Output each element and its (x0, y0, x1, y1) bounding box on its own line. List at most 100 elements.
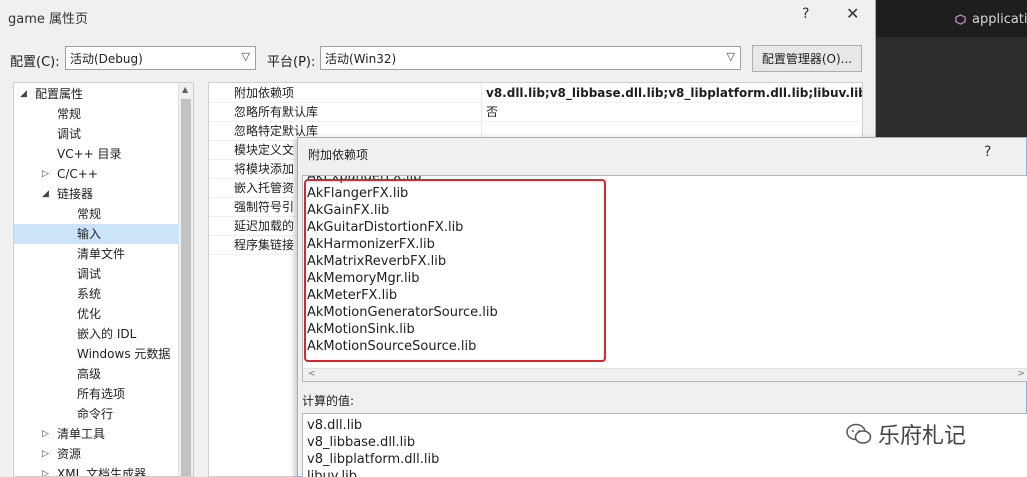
expand-arrow-icon[interactable]: ▷ (42, 444, 49, 464)
calculated-line: v8_libbase.dll.lib (307, 435, 416, 450)
wechat-icon (846, 423, 872, 444)
editor-tab-label: applicati (972, 12, 1027, 27)
dependency-line: AkHarmonizerFX.lib (307, 237, 435, 252)
dialog-title: 附加依赖项 (308, 148, 369, 162)
scroll-thumb[interactable] (181, 99, 191, 476)
tree-item[interactable]: 调试 (14, 124, 179, 144)
property-name: 程序集链接 (234, 238, 295, 252)
tree-item-label: 资源 (57, 447, 82, 461)
property-name: 模块定义文 (234, 143, 295, 157)
tree-scrollbar[interactable]: ▲ (178, 83, 193, 476)
dependency-line: AkMatrixReverbFX.lib (307, 254, 447, 269)
calculated-line: v8_libplatform.dll.lib (307, 452, 440, 467)
expand-arrow-icon[interactable]: ▷ (42, 164, 49, 184)
config-select-value: 活动(Debug) (70, 52, 143, 66)
property-name: 附加依赖项 (234, 86, 295, 100)
cube-icon (955, 14, 966, 25)
property-value[interactable]: 否 (486, 103, 498, 121)
dependency-line: AkMotionSourceSource.lib (307, 339, 477, 354)
tree-item-label: 命令行 (77, 407, 114, 421)
scroll-left-icon[interactable]: < (308, 369, 316, 379)
tree-item-label: 嵌入的 IDL (77, 327, 137, 341)
tree-item-label: C/C++ (57, 167, 98, 181)
tree-item[interactable]: VC++ 目录 (14, 144, 179, 164)
tree-item-label: 输入 (77, 227, 102, 241)
calculated-value-label: 计算的值: (302, 394, 355, 408)
tree-item[interactable]: 系统 (14, 284, 179, 304)
platform-select-value: 活动(Win32) (325, 52, 397, 66)
tree-item[interactable]: ▷ 清单工具 (14, 424, 179, 444)
tree-item[interactable]: 高级 (14, 364, 179, 384)
tree-item[interactable]: ▷ XML 文档生成器 (14, 464, 179, 477)
dependency-line: AkExpanderFX.lib (307, 175, 422, 184)
tree-item-label: 优化 (77, 307, 102, 321)
tree-item[interactable]: 常规 (14, 104, 179, 124)
tree-item-label: 常规 (77, 207, 102, 221)
config-select[interactable]: 活动(Debug) ▽ (65, 46, 256, 70)
property-row[interactable]: 附加依赖项 v8.dll.lib;v8_libbase.dll.lib;v8_li… (209, 84, 862, 103)
tree-item[interactable]: Windows 元数据 (14, 344, 179, 364)
tree-item[interactable]: ▷ C/C++ (14, 164, 179, 184)
property-value[interactable]: v8.dll.lib;v8_libbase.dll.lib;v8_libplat… (486, 84, 862, 102)
tree-item[interactable]: 所有选项 (14, 384, 179, 404)
dependency-line: AkFlangerFX.lib (307, 186, 409, 201)
dependency-line: AkMemoryMgr.lib (307, 271, 420, 286)
tree-item-label: 系统 (77, 287, 102, 301)
watermark: 乐府札记 (846, 418, 966, 450)
property-name: 忽略所有默认库 (234, 105, 319, 119)
tree-item-label: 清单文件 (77, 247, 126, 261)
collapse-arrow-icon[interactable]: ◢ (20, 84, 27, 104)
config-manager-button[interactable]: 配置管理器(O)... (752, 45, 862, 72)
tree-item[interactable]: 清单文件 (14, 244, 179, 264)
category-tree[interactable]: ▲ ◢ 配置属性 常规 调试 VC++ 目录 ▷ C/C++ ◢ 链接器 常规 输入 清单文件 调试 系统… (13, 82, 194, 477)
help-button[interactable]: ? (802, 6, 809, 22)
tree-item[interactable]: ◢ 链接器 (14, 184, 179, 204)
tree-item[interactable]: 命令行 (14, 404, 179, 424)
tree-item[interactable]: 嵌入的 IDL (14, 324, 179, 344)
scroll-right-icon[interactable]: > (1017, 369, 1025, 379)
tree-item-label: 高级 (77, 367, 102, 381)
dialog-help-button[interactable]: ? (984, 144, 991, 160)
platform-select[interactable]: 活动(Win32) ▽ (320, 46, 741, 70)
tree-item[interactable]: 常规 (14, 204, 179, 224)
dependency-line: AkMotionSink.lib (307, 322, 415, 337)
tree-item-label: VC++ 目录 (57, 147, 122, 161)
tree-item-label: XML 文档生成器 (57, 467, 147, 477)
scroll-up-icon[interactable]: ▲ (182, 85, 188, 94)
tree-item[interactable]: 调试 (14, 264, 179, 284)
platform-label: 平台(P): (267, 55, 316, 70)
calculated-line: v8.dll.lib (307, 418, 363, 433)
tree-item-label: 链接器 (57, 187, 94, 201)
property-name: 强制符号引 (234, 200, 295, 214)
tree-item-label: 常规 (57, 107, 82, 121)
expand-arrow-icon[interactable]: ▷ (42, 424, 49, 444)
tree-item-label: 所有选项 (77, 387, 126, 401)
calculated-line: libuv.lib (307, 469, 358, 477)
tree-item-label: 调试 (77, 267, 102, 281)
tree-item[interactable]: 输入 (14, 224, 179, 244)
window-title: game 属性页 (8, 12, 89, 27)
tree-item[interactable]: ◢ 配置属性 (14, 84, 179, 104)
tree-item-label: Windows 元数据 (77, 347, 171, 361)
chevron-down-icon: ▽ (726, 50, 735, 63)
config-label: 配置(C): (10, 55, 60, 70)
property-name: 延迟加载的 (234, 219, 295, 233)
dependency-line: AkMotionGeneratorSource.lib (307, 305, 498, 320)
tree-item[interactable]: ▷ 资源 (14, 444, 179, 464)
expand-arrow-icon[interactable]: ▷ (42, 464, 49, 476)
close-button[interactable]: ✕ (846, 4, 859, 23)
property-row[interactable]: 忽略所有默认库 否 (209, 103, 862, 122)
watermark-text: 乐府札记 (878, 424, 967, 449)
tree-item-label: 清单工具 (57, 427, 106, 441)
collapse-arrow-icon[interactable]: ◢ (42, 184, 49, 204)
dependency-line: AkGainFX.lib (307, 203, 390, 218)
dependencies-textarea[interactable]: AkMotionSourceSource.lib AkMotionSink.lib… (302, 175, 1027, 382)
dependency-line: AkGuitarDistortionFX.lib (307, 220, 464, 235)
property-name: 将模块添加 (234, 162, 295, 176)
property-name: 嵌入托管资 (234, 181, 295, 195)
chevron-down-icon: ▽ (241, 50, 250, 63)
tree-item-label: 调试 (57, 127, 82, 141)
horizontal-scrollbar[interactable]: < > (303, 368, 1027, 381)
editor-tab[interactable]: applicati (955, 12, 1027, 27)
tree-item[interactable]: 优化 (14, 304, 179, 324)
